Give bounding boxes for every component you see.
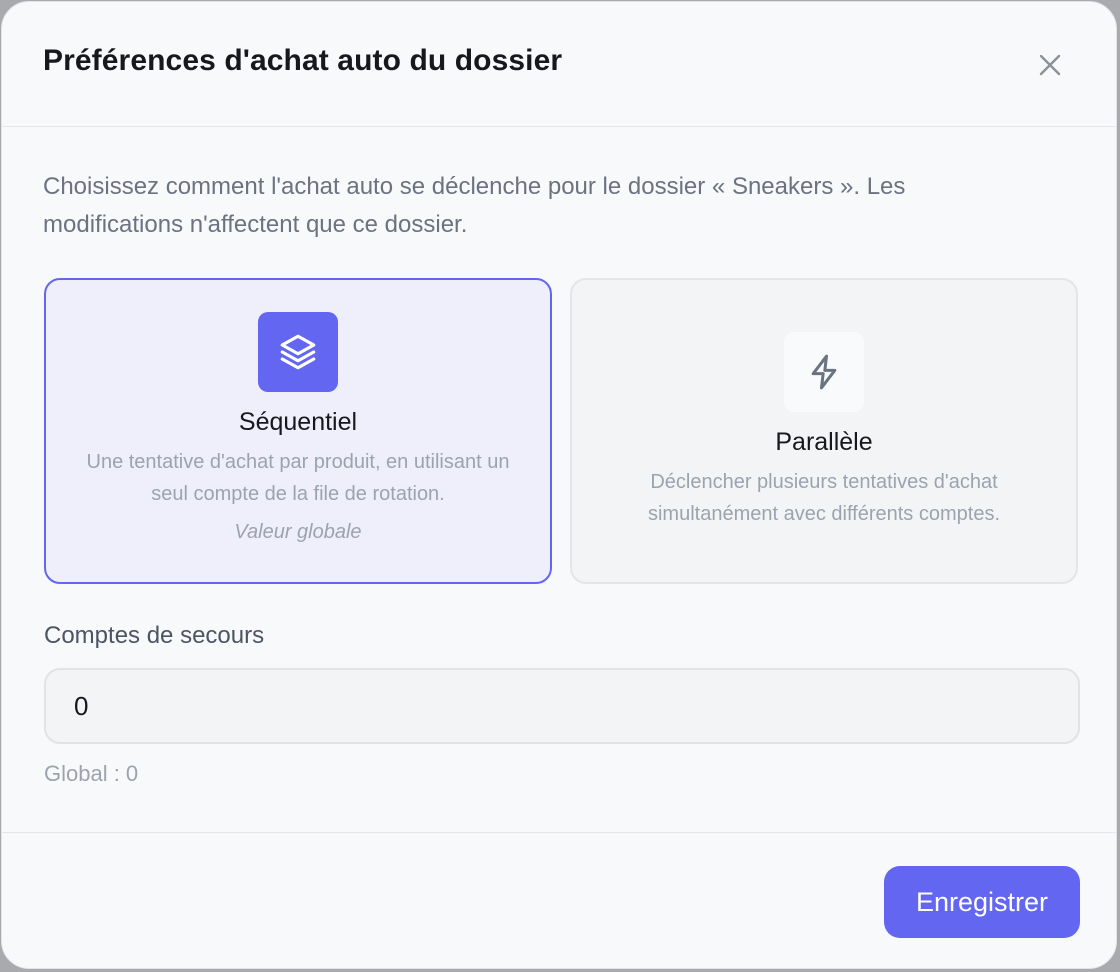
- lightning-icon: [784, 332, 864, 412]
- backup-accounts-input[interactable]: [44, 668, 1080, 744]
- dialog-header: Préférences d'achat auto du dossier: [2, 2, 1116, 127]
- mode-option-parallel[interactable]: Parallèle Déclencher plusieurs tentative…: [570, 278, 1078, 584]
- mode-option-sequential[interactable]: Séquentiel Une tentative d'achat par pro…: [44, 278, 552, 584]
- dialog-title: Préférences d'achat auto du dossier: [43, 44, 563, 77]
- close-button[interactable]: [1032, 47, 1068, 83]
- backup-accounts-label: Comptes de secours: [44, 622, 265, 649]
- folder-auto-buy-dialog: Préférences d'achat auto du dossier Choi…: [1, 1, 1117, 969]
- backup-accounts-hint: Global : 0: [44, 761, 139, 786]
- mode-title-parallel: Parallèle: [775, 428, 873, 456]
- mode-description-parallel: Déclencher plusieurs tentatives d'achat …: [647, 471, 1001, 525]
- dialog-description: Choisissez comment l'achat auto se décle…: [43, 173, 906, 238]
- layers-icon: [258, 312, 338, 392]
- mode-title-sequential: Séquentiel: [238, 408, 358, 436]
- global-value-note: Valeur globale: [234, 521, 362, 543]
- close-icon: [1039, 54, 1061, 76]
- mode-description-sequential: Une tentative d'achat par produit, en ut…: [86, 451, 510, 505]
- footer-divider: [2, 832, 1116, 833]
- save-button[interactable]: Enregistrer: [884, 866, 1080, 938]
